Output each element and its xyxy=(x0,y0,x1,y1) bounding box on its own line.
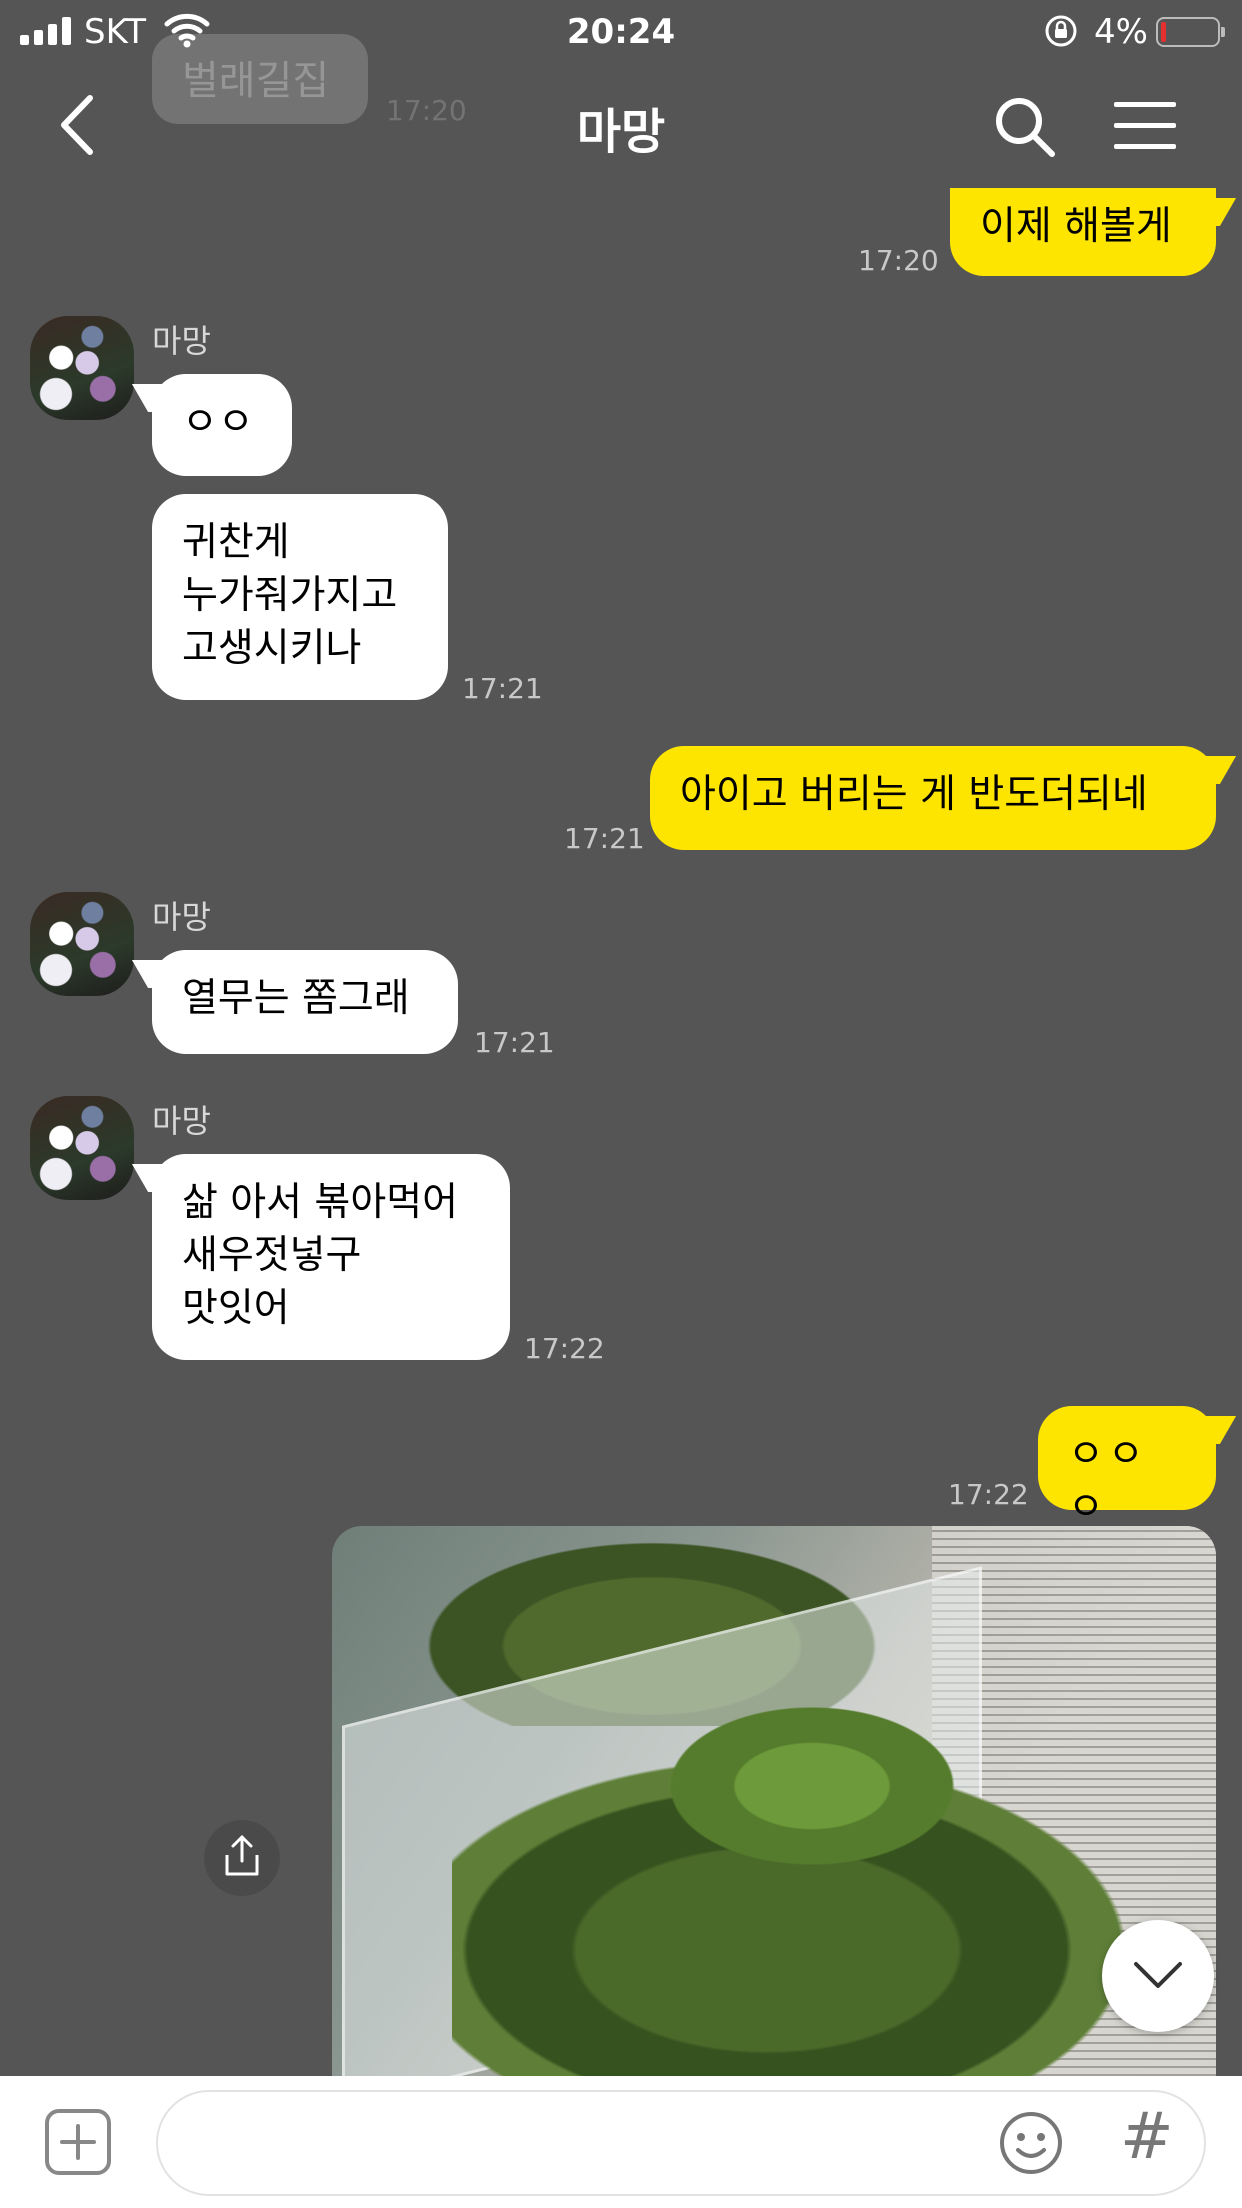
message-bubble-outgoing[interactable]: ㅇㅇㅇ xyxy=(1038,1406,1216,1530)
message-bubble-incoming[interactable]: 귀찬게 누가줘가지고 고생시키나 xyxy=(152,494,448,700)
emoji-icon[interactable] xyxy=(998,2110,1064,2176)
photo-greens xyxy=(632,1686,992,1886)
message-time: 17:21 xyxy=(474,1026,555,1059)
message-bubble-incoming[interactable]: ㅇㅇ xyxy=(152,374,292,476)
sender-name: 마망 xyxy=(152,898,211,936)
search-icon[interactable] xyxy=(992,94,1058,160)
plus-square-icon[interactable] xyxy=(44,2108,112,2176)
share-icon xyxy=(221,1833,263,1883)
message-time: 17:20 xyxy=(858,244,939,277)
sender-name: 마망 xyxy=(152,322,211,360)
message-bubble-incoming[interactable]: 열무는 쫌그래 xyxy=(152,950,458,1054)
hamburger-menu-icon[interactable] xyxy=(1114,100,1176,152)
battery-icon xyxy=(1156,17,1225,47)
message-time: 17:21 xyxy=(564,822,645,855)
message-bubble-outgoing[interactable]: 이제 해볼게 xyxy=(950,188,1216,276)
message-time: 17:21 xyxy=(462,672,543,705)
rotation-lock-icon xyxy=(1044,14,1078,57)
hashtag-button[interactable]: # xyxy=(1120,2100,1174,2174)
message-bubble-incoming[interactable]: 삶 아서 볶아먹어 새우젓넣구 맛잇어 xyxy=(152,1154,510,1360)
message-time: 17:22 xyxy=(948,1478,1029,1511)
chat-header: 마망 xyxy=(0,62,1242,192)
avatar[interactable] xyxy=(30,892,134,996)
avatar[interactable] xyxy=(30,1096,134,1200)
scroll-to-bottom-button[interactable] xyxy=(1102,1920,1214,2032)
avatar[interactable] xyxy=(30,316,134,420)
message-input-bar: # xyxy=(0,2076,1242,2208)
message-bubble-outgoing[interactable]: 아이고 버리는 게 반도더되네 xyxy=(650,746,1216,850)
shared-photo[interactable] xyxy=(332,1526,1216,2082)
battery-percent: 4% xyxy=(1094,12,1148,52)
message-input[interactable] xyxy=(194,2092,994,2192)
message-time: 17:22 xyxy=(524,1332,605,1365)
sender-name: 마망 xyxy=(152,1102,211,1140)
share-button[interactable] xyxy=(204,1820,280,1896)
chevron-down-icon xyxy=(1132,1958,1184,1994)
